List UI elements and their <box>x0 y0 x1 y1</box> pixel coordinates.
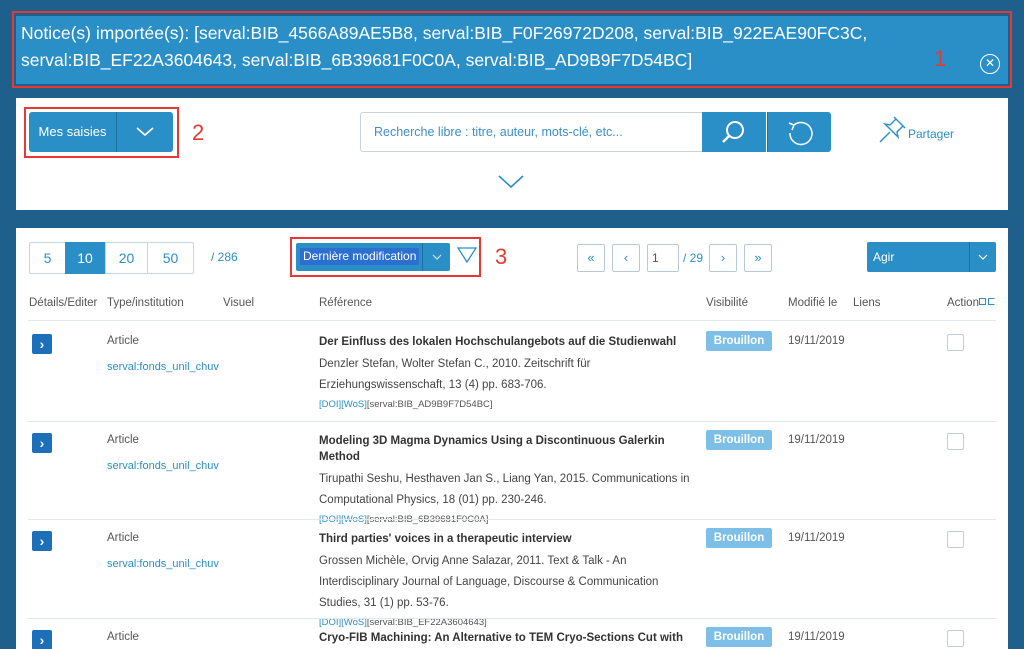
page-total: / 29 <box>683 251 704 265</box>
row-title: Cryo-FIB Machining: An Alternative to TE… <box>319 632 683 644</box>
import-notification-text: Notice(s) importée(s): [serval:BIB_4566A… <box>21 23 868 70</box>
row-title: Modeling 3D Magma Dynamics Using a Disco… <box>319 435 665 463</box>
search-input[interactable] <box>360 112 702 152</box>
col-type: Type/institution <box>107 297 184 309</box>
row-modified: 19/11/2019 <box>788 434 845 446</box>
status-badge: Brouillon <box>706 528 772 548</box>
first-page-button[interactable]: « <box>577 244 605 272</box>
row-title: Third parties' voices in a therapeutic i… <box>319 533 572 545</box>
col-links: Liens <box>853 297 881 309</box>
agir-label: Agir <box>873 250 895 264</box>
chevron-down-icon[interactable] <box>422 243 450 271</box>
prev-page-button[interactable]: ‹ <box>612 244 640 272</box>
agir-select[interactable]: Agir <box>867 242 996 272</box>
col-reference: Référence <box>319 297 373 309</box>
row-checkbox[interactable] <box>947 334 964 351</box>
status-badge: Brouillon <box>706 430 772 450</box>
close-icon[interactable]: ✕ <box>980 54 1000 74</box>
per-page-10[interactable]: 10 <box>65 242 105 274</box>
row-reference: Modeling 3D Magma Dynamics Using a Disco… <box>319 433 691 525</box>
annotation-number-3: 3 <box>495 244 508 269</box>
last-page-button[interactable]: » <box>744 244 772 272</box>
share-label: Partager <box>908 127 955 141</box>
reset-button[interactable] <box>767 112 831 152</box>
row-links: [DOI][WoS][serval:BIB_AD9B9F7D54BC] <box>319 399 691 410</box>
per-page-5[interactable]: 5 <box>29 242 66 274</box>
col-visibility: Visibilité <box>706 297 748 309</box>
annotation-number-1: 1 <box>934 46 947 71</box>
pin-icon <box>879 116 906 143</box>
sort-select[interactable]: Dernière modification <box>296 243 450 271</box>
wos-link[interactable]: [WoS] <box>341 399 367 410</box>
page-input[interactable] <box>647 244 679 272</box>
per-page-20[interactable]: 20 <box>105 242 148 274</box>
chevron-down-icon[interactable] <box>969 242 996 272</box>
per-page-50[interactable]: 50 <box>147 242 194 274</box>
header-divider <box>28 320 996 321</box>
row-type: Article <box>107 335 139 347</box>
row-institution[interactable]: serval:fonds_unil_chuv <box>107 361 219 373</box>
row-modified: 19/11/2019 <box>788 631 845 643</box>
filter-icon[interactable] <box>456 246 478 269</box>
row-type: Article <box>107 631 139 643</box>
status-badge: Brouillon <box>706 627 772 647</box>
share-button[interactable]: Partager <box>876 114 954 146</box>
details-button[interactable]: › <box>32 334 52 354</box>
mes-saisies-label: Mes saisies <box>29 112 117 152</box>
row-checkbox[interactable] <box>947 531 964 548</box>
row-modified: 19/11/2019 <box>788 335 845 347</box>
row-authors: Grossen Michèle, Orvig Anne Salazar, 201… <box>319 555 659 609</box>
select-all-icon[interactable] <box>979 298 995 305</box>
status-badge: Brouillon <box>706 331 772 351</box>
details-button[interactable]: › <box>32 433 52 453</box>
serval-id: [serval:BIB_AD9B9F7D54BC] <box>366 399 493 410</box>
expand-chevron-icon[interactable] <box>498 175 524 194</box>
row-divider <box>28 519 996 520</box>
row-reference: Third parties' voices in a therapeutic i… <box>319 531 691 628</box>
doi-link[interactable]: [DOI] <box>319 399 341 410</box>
annotation-number-2: 2 <box>192 120 205 145</box>
search-button[interactable] <box>702 112 766 152</box>
row-divider <box>28 421 996 422</box>
chevron-down-icon[interactable] <box>117 112 173 152</box>
row-authors: Denzler Stefan, Wolter Stefan C., 2010. … <box>319 358 591 391</box>
col-modified: Modifié le <box>788 297 838 309</box>
row-title: Der Einfluss des lokalen Hochschulangebo… <box>319 336 677 348</box>
row-authors: Tirupathi Seshu, Hesthaven Jan S., Liang… <box>319 473 690 506</box>
row-divider <box>28 618 996 619</box>
col-action: Action <box>947 297 979 309</box>
total-count: / 286 <box>211 250 238 264</box>
sort-selected-value: Dernière modification <box>300 248 420 265</box>
row-modified: 19/11/2019 <box>788 532 845 544</box>
row-checkbox[interactable] <box>947 433 964 450</box>
row-type: Article <box>107 532 139 544</box>
details-button[interactable]: › <box>32 630 52 649</box>
import-notification-banner: Notice(s) importée(s): [serval:BIB_4566A… <box>16 16 1008 84</box>
col-visuel: Visuel <box>223 297 255 309</box>
row-reference: Der Einfluss des lokalen Hochschulangebo… <box>319 334 691 410</box>
col-details: Détails/Editer <box>29 297 98 309</box>
row-institution[interactable]: serval:fonds_unil_chuv <box>107 460 219 472</box>
row-reference: Cryo-FIB Machining: An Alternative to TE… <box>319 630 691 646</box>
row-checkbox[interactable] <box>947 630 964 647</box>
refresh-icon <box>788 121 813 146</box>
row-institution[interactable]: serval:fonds_unil_chuv <box>107 558 219 570</box>
details-button[interactable]: › <box>32 531 52 551</box>
search-icon <box>722 121 744 143</box>
mes-saisies-button[interactable]: Mes saisies <box>29 112 173 152</box>
row-type: Article <box>107 434 139 446</box>
next-page-button[interactable]: › <box>709 244 737 272</box>
